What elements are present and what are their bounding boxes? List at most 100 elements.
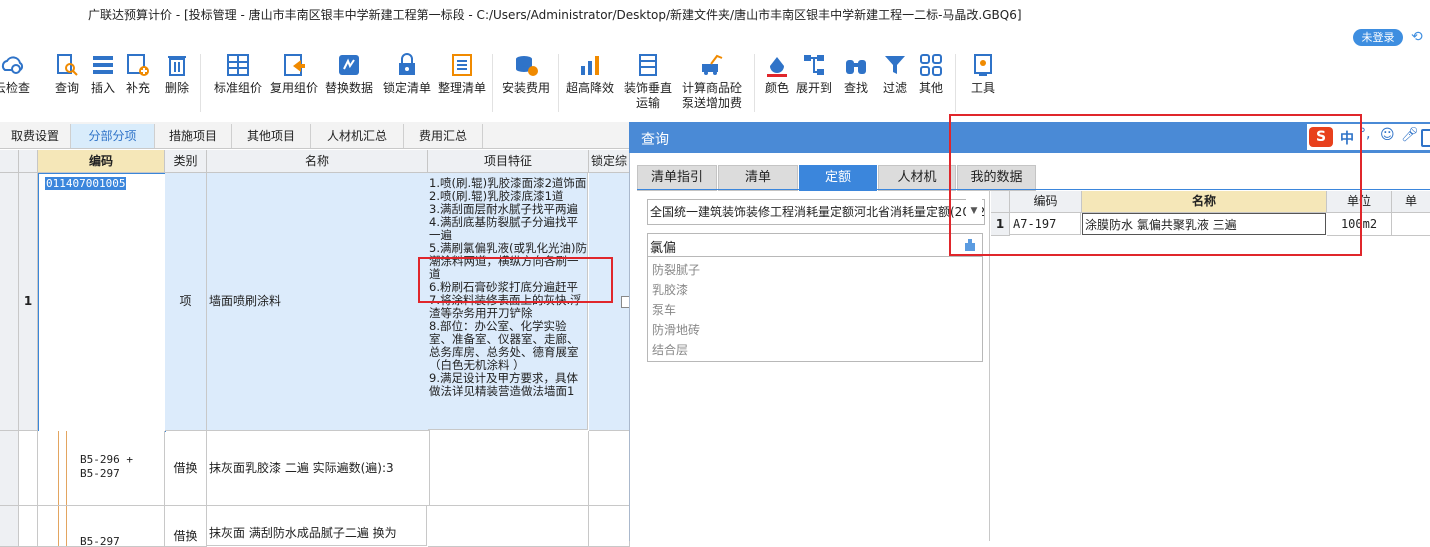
- features-cell[interactable]: [428, 431, 589, 506]
- highlight-box-results: [949, 114, 1362, 256]
- toolbar-delete[interactable]: 删除: [164, 52, 190, 96]
- toolbar-expand[interactable]: 展开到: [796, 52, 832, 96]
- locked-cell[interactable]: [589, 431, 630, 506]
- row-gutter: [0, 173, 19, 431]
- grid-header-type[interactable]: 类别: [165, 150, 207, 173]
- toolbar-height-reduction[interactable]: 超高降效: [566, 52, 614, 96]
- help-icon[interactable]: ⟲: [1411, 29, 1423, 45]
- toolbar-vertical-transport[interactable]: 装饰垂直 运输: [624, 52, 672, 111]
- suggestion-item[interactable]: 结合层: [652, 341, 688, 358]
- grid-header-features[interactable]: 项目特征: [428, 150, 589, 173]
- toolbar-label: 其他: [918, 81, 943, 95]
- toolbar-label: 计算商品砼: [682, 81, 743, 95]
- code-cell[interactable]: 011407001005: [38, 173, 166, 432]
- result-header-price[interactable]: 单: [1392, 191, 1430, 213]
- toolbar-label: 标准组价: [214, 81, 263, 95]
- toolbar-label: 云检查: [0, 81, 31, 95]
- row-number[interactable]: [19, 431, 38, 506]
- feature-line: 9.满足设计及甲方要求，具体做法详见精装营造做法墙面1: [429, 371, 578, 398]
- toolbar-other[interactable]: 其他: [918, 52, 944, 96]
- toolbar-label: 查找: [843, 81, 868, 95]
- toolbar-cloud-check[interactable]: 云检查: [0, 52, 30, 96]
- toolbar-separator: [558, 54, 559, 112]
- query-icon: [57, 54, 78, 76]
- toolbar-separator: [200, 54, 201, 112]
- code-value: B5-297: [80, 535, 120, 547]
- toolbar-supplement[interactable]: 补充: [125, 52, 151, 96]
- quota-search-input[interactable]: 氯偏: [647, 233, 983, 257]
- grid-header-code[interactable]: 编码: [38, 150, 165, 173]
- color-icon: [767, 57, 787, 77]
- toolbar-label: 颜色: [764, 81, 789, 95]
- login-button[interactable]: 未登录: [1353, 29, 1403, 46]
- toolbar-concrete-pump[interactable]: 计算商品砼 泵送增加费: [682, 52, 742, 111]
- quota-library-select[interactable]: 全国统一建筑装饰装修工程消耗量定额河北省消耗量定额(2012): [647, 199, 985, 225]
- microphone-icon[interactable]: 🎤︎: [1401, 127, 1419, 143]
- tab-labor-material-summary[interactable]: 人材机汇总: [311, 124, 404, 148]
- cloud-check-icon: [1, 56, 24, 74]
- row-number[interactable]: 1: [19, 173, 38, 431]
- toolbar-label: 插入: [90, 81, 115, 95]
- code-value: 011407001005: [45, 177, 127, 190]
- toolbar-insert[interactable]: 插入: [90, 52, 116, 96]
- toolbar-label: 过滤: [882, 81, 907, 95]
- tree-line: [66, 431, 67, 505]
- tree-line: [58, 506, 59, 546]
- code-cell[interactable]: B5-296 + B5-297: [38, 431, 165, 506]
- grid-header-name[interactable]: 名称: [207, 150, 428, 173]
- query-tab-list[interactable]: 清单: [718, 165, 798, 191]
- toolbar-filter[interactable]: 过滤: [882, 52, 908, 96]
- toolbar-lock-list[interactable]: 锁定清单: [383, 52, 431, 96]
- tab-sub-items[interactable]: 分部分项: [71, 124, 155, 148]
- concrete-pump-icon: [702, 54, 723, 75]
- filter-icon: [885, 56, 905, 74]
- toolbar-find[interactable]: 查找: [843, 52, 869, 96]
- suggestion-item[interactable]: 防滑地砖: [652, 321, 700, 338]
- binoculars-icon: [846, 60, 866, 74]
- toolbar-label: 超高降效: [566, 81, 615, 95]
- supplement-icon: [127, 54, 149, 76]
- toolbar-standard-price[interactable]: 标准组价: [214, 52, 262, 96]
- toolbar-separator: [492, 54, 493, 112]
- tab-other-items[interactable]: 其他项目: [232, 124, 311, 148]
- tab-fee-summary[interactable]: 费用汇总: [404, 124, 483, 148]
- toolbar-label: 装饰垂直: [624, 81, 673, 95]
- tab-fee-settings[interactable]: 取费设置: [0, 124, 71, 148]
- toolbar-separator: [754, 54, 755, 112]
- vertical-transport-icon: [639, 54, 657, 76]
- suggestion-item[interactable]: 防裂腻子: [652, 261, 700, 278]
- search-value: 氯偏: [650, 241, 677, 256]
- suggestion-item[interactable]: 泵车: [652, 301, 676, 318]
- toolbar-replace-data[interactable]: 替换数据: [325, 52, 373, 96]
- query-panel-title: 查询: [641, 132, 669, 148]
- toolbar-color[interactable]: 颜色: [764, 52, 790, 96]
- toolbar-label: 工具: [970, 81, 995, 95]
- suggestion-item[interactable]: 乳胶漆: [652, 281, 688, 298]
- toolbar-label: 补充: [125, 81, 150, 95]
- query-tab-list-guide[interactable]: 清单指引: [637, 165, 717, 191]
- name-cell[interactable]: 抹灰面 满刮防水成品腻子二遍 换为: [207, 506, 427, 546]
- tab-measures[interactable]: 措施项目: [155, 124, 232, 148]
- height-reduction-icon: [581, 56, 599, 75]
- name-cell[interactable]: 墙面喷刷涂料: [207, 173, 430, 431]
- query-tab-quota[interactable]: 定额: [799, 165, 877, 191]
- tree-line: [58, 431, 59, 505]
- query-tab-labor-material[interactable]: 人材机: [878, 165, 956, 191]
- toolbar-organize-list[interactable]: 整理清单: [438, 52, 486, 96]
- name-cell[interactable]: 抹灰面乳胶漆 二遍 实际遍数(遍):3: [207, 431, 430, 506]
- toolbar-label: 查询: [54, 81, 79, 95]
- toolbar-install-fee[interactable]: 安装费用: [502, 52, 550, 96]
- emoji-icon[interactable]: ☺: [1380, 127, 1395, 143]
- insert-icon: [93, 56, 113, 74]
- toolbar-reuse-price[interactable]: 复用组价: [270, 52, 318, 96]
- install-fee-icon: [516, 56, 538, 76]
- keyboard-icon[interactable]: [1421, 129, 1430, 147]
- toolbar-tools[interactable]: 工具: [970, 52, 996, 96]
- lock-icon: [399, 53, 415, 75]
- grid-header-locked[interactable]: 锁定综: [589, 150, 632, 173]
- result-price[interactable]: [1392, 213, 1430, 236]
- type-cell[interactable]: 项: [165, 173, 207, 431]
- grid-header-corner: [0, 150, 19, 173]
- type-cell[interactable]: 借换: [165, 431, 207, 506]
- toolbar-query[interactable]: 查询: [54, 52, 80, 96]
